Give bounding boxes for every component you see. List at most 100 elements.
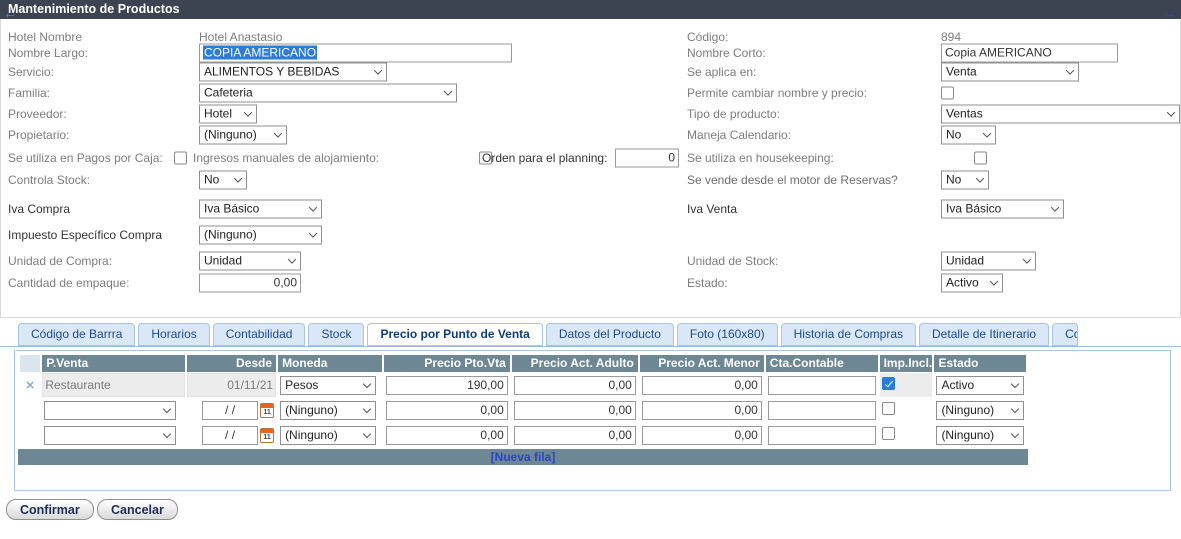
cell-precio-act-menor: [639, 373, 764, 397]
servicio-select[interactable]: ALIMENTOS Y BEBIDAS: [199, 62, 387, 81]
permite-cambiar-label: Permite cambiar nombre y precio:: [687, 85, 868, 100]
iva-compra-label: Iva Compra: [8, 201, 71, 216]
new-row-link[interactable]: [Nueva fila]: [491, 450, 556, 464]
chevron-down-icon: [243, 107, 253, 117]
impuesto-especifico-select[interactable]: (Ninguno): [199, 225, 322, 244]
col-moneda: Moneda: [278, 355, 382, 372]
chevron-down-icon: [443, 86, 453, 96]
precio-act-menor-input[interactable]: [641, 425, 762, 445]
motor-reservas-select[interactable]: No: [941, 170, 989, 189]
controla-stock-value: No: [204, 172, 220, 187]
cantidad-empaque-input[interactable]: [199, 273, 301, 292]
cell-desde: 01/11/21: [186, 373, 277, 397]
motor-reservas-value: No: [946, 172, 962, 187]
controla-stock-select[interactable]: No: [199, 170, 247, 189]
moneda-value: Pesos: [285, 378, 319, 392]
familia-select[interactable]: Cafeteria: [199, 83, 457, 102]
nombre-corto-input[interactable]: [941, 43, 1118, 62]
tab-datos-del-producto[interactable]: Datos del Producto: [545, 323, 674, 346]
col-precio-pto-vta: Precio Pto.Vta: [383, 355, 510, 372]
chevron-down-icon: [373, 65, 383, 75]
tab-scroll-left-icon[interactable]: ←: [3, 5, 17, 21]
tab-precio-por-punto-de-venta[interactable]: Precio por Punto de Venta: [367, 323, 543, 346]
unidad-compra-label: Unidad de Compra:: [8, 253, 113, 268]
se-aplica-en-label: Se aplica en:: [687, 64, 757, 79]
cell-estado: (Ninguno): [934, 423, 1026, 447]
imp-incl-checkbox[interactable]: [881, 402, 895, 415]
tab-detalle-de-itinerario[interactable]: Detalle de Itinerario: [919, 323, 1050, 346]
precio-act-adulto-input[interactable]: [513, 375, 636, 395]
estado-row-select[interactable]: (Ninguno): [936, 425, 1025, 445]
chevron-down-icon: [1011, 379, 1020, 388]
row-selector[interactable]: [20, 423, 41, 447]
moneda-select[interactable]: (Ninguno): [280, 425, 377, 445]
tab-scroll-right-icon[interactable]: →: [1163, 5, 1177, 21]
precio-act-menor-input[interactable]: [641, 375, 762, 395]
precio-act-menor-input[interactable]: [641, 400, 762, 420]
tab-historia-de-compras[interactable]: Historia de Compras: [780, 323, 917, 346]
calendar-icon[interactable]: [260, 428, 275, 444]
tab-stock[interactable]: Stock: [308, 323, 365, 346]
propietario-select[interactable]: (Ninguno): [199, 125, 287, 144]
cta-contable-input[interactable]: [767, 425, 876, 445]
row-selector[interactable]: [20, 398, 41, 422]
tab-horarios[interactable]: Horarios: [138, 323, 210, 346]
chevron-down-icon: [362, 379, 372, 388]
proveedor-label: Proveedor:: [8, 106, 67, 121]
cta-contable-input[interactable]: [767, 400, 876, 420]
precio-act-adulto-input[interactable]: [513, 425, 636, 445]
calendar-icon[interactable]: [260, 403, 275, 419]
se-aplica-en-select[interactable]: Venta: [941, 62, 1079, 81]
cantidad-empaque-label: Cantidad de empaque:: [8, 275, 130, 290]
precio-pto-vta-input[interactable]: [385, 425, 508, 445]
estado-row-select[interactable]: Activo: [936, 375, 1025, 395]
housekeeping-checkbox[interactable]: [973, 151, 987, 164]
moneda-select[interactable]: (Ninguno): [280, 400, 377, 420]
moneda-value: (Ninguno): [285, 428, 338, 442]
precio-pto-vta-input[interactable]: [385, 375, 508, 395]
proveedor-select[interactable]: Hotel: [199, 104, 257, 123]
precio-act-adulto-input[interactable]: [513, 400, 636, 420]
permite-cambiar-checkbox[interactable]: [941, 86, 954, 99]
tab-contabilidad[interactable]: Contabilidad: [212, 323, 306, 346]
iva-venta-select[interactable]: Iva Básico: [941, 199, 1064, 218]
controla-stock-label: Controla Stock:: [8, 172, 91, 187]
iva-compra-select[interactable]: Iva Básico: [199, 199, 322, 218]
pagos-por-caja-checkbox[interactable]: [174, 151, 187, 164]
grid-row-restaurante: ✕ Restaurante 01/11/21 Pesos Activo: [20, 373, 1026, 397]
precio-pto-vta-input[interactable]: [385, 400, 508, 420]
confirm-button[interactable]: Confirmar: [6, 499, 94, 520]
chevron-down-icon: [308, 228, 318, 238]
col-imp-incl: Imp.Incl.: [879, 355, 933, 372]
servicio-label: Servicio:: [8, 64, 55, 79]
cell-cta-contable: [765, 373, 878, 397]
tab-truncated[interactable]: Co: [1052, 323, 1079, 346]
imp-incl-checkbox[interactable]: [881, 427, 895, 440]
nombre-largo-input[interactable]: COPIA AMERICANO: [199, 43, 512, 62]
cell-desde: [186, 423, 277, 447]
tab-foto[interactable]: Foto (160x80): [676, 323, 778, 346]
moneda-value: (Ninguno): [285, 403, 338, 417]
estado-row-select[interactable]: (Ninguno): [936, 400, 1025, 420]
moneda-select[interactable]: Pesos: [280, 375, 377, 395]
motor-reservas-label: Se vende desde el motor de Reservas?: [687, 172, 898, 187]
unidad-stock-select[interactable]: Unidad: [941, 251, 1036, 270]
desde-date-input[interactable]: [202, 400, 259, 420]
desde-date-input[interactable]: [202, 425, 259, 445]
estado-select[interactable]: Activo: [941, 273, 1003, 292]
p-venta-select[interactable]: [44, 426, 177, 446]
tab-codigo-de-barra[interactable]: Código de Barrra: [18, 323, 136, 346]
p-venta-select[interactable]: [44, 401, 177, 421]
tipo-producto-select[interactable]: Ventas: [941, 104, 1180, 123]
orden-planning-input[interactable]: [615, 148, 679, 167]
cell-imp-incl: [879, 373, 933, 397]
delete-row-icon[interactable]: ✕: [20, 373, 41, 397]
cancel-button[interactable]: Cancelar: [97, 499, 178, 520]
cta-contable-input[interactable]: [767, 375, 876, 395]
unidad-compra-select[interactable]: Unidad: [199, 251, 301, 270]
cell-p-venta: [42, 398, 185, 422]
servicio-value: ALIMENTOS Y BEBIDAS: [204, 64, 340, 79]
maneja-calendario-select[interactable]: No: [941, 125, 996, 144]
imp-incl-checkbox[interactable]: [881, 377, 895, 390]
familia-label: Familia:: [8, 85, 51, 100]
